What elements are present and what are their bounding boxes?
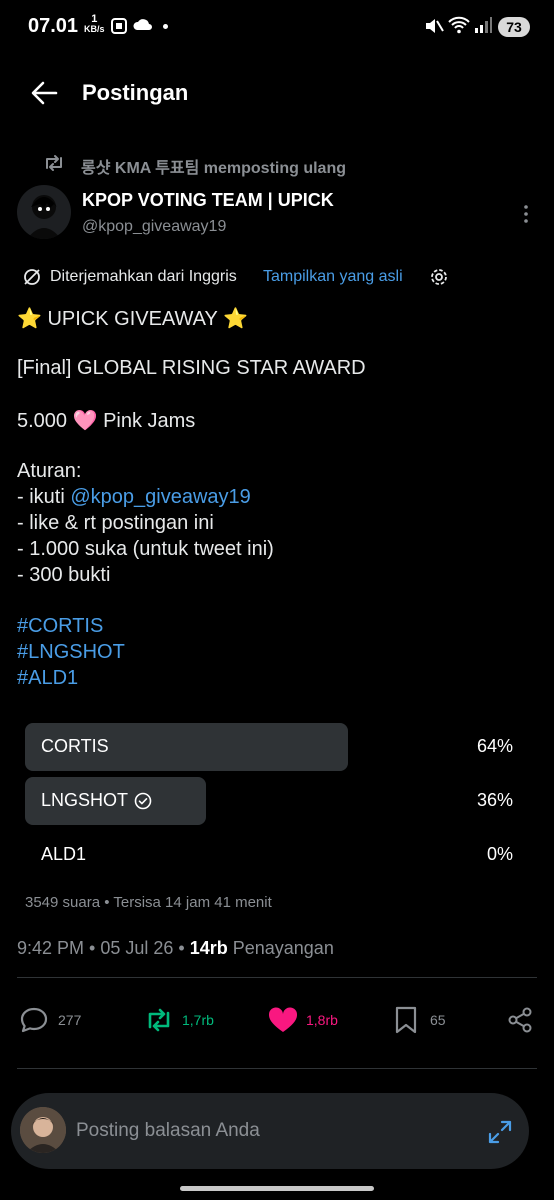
hashtag-link[interactable]: #ALD1 — [17, 667, 78, 690]
like-button[interactable]: 1,8rb — [268, 1007, 338, 1033]
post-line-title: ⭐ UPICK GIVEAWAY ⭐ — [17, 308, 248, 330]
mention-link[interactable]: @kpop_giveaway19 — [70, 486, 250, 508]
notification-dot-icon — [163, 24, 168, 29]
reply-button[interactable]: 277 — [20, 1007, 81, 1033]
author-avatar[interactable] — [17, 185, 71, 239]
network-speed-unit: KB/s — [84, 24, 105, 34]
post-rules-title: Aturan: — [17, 460, 82, 482]
signal-icon — [474, 17, 492, 33]
post-rule-3: - 1.000 suka (untuk tweet ini) — [17, 538, 274, 560]
repost-label[interactable]: 롱샷 KMA 투표팀 memposting ulang — [81, 154, 346, 178]
post-line-prize: 5.000 🩷 Pink Jams — [17, 410, 196, 432]
network-speed: 1 KB/s — [84, 13, 105, 35]
check-circle-icon — [134, 792, 152, 809]
reply-input[interactable]: Posting balasan Anda — [76, 1120, 260, 1142]
repost-count: 1,7rb — [182, 1012, 214, 1028]
mute-icon — [424, 17, 444, 35]
poll-option-selected: LNGSHOT — [41, 790, 152, 811]
comment-icon — [20, 1007, 48, 1033]
poll-option-percent: 64% — [476, 736, 513, 756]
bookmark-icon — [395, 1006, 417, 1034]
user-avatar — [20, 1107, 66, 1153]
screen-record-icon — [110, 17, 128, 35]
like-count: 1,8rb — [306, 1012, 338, 1028]
translate-icon — [22, 267, 42, 287]
divider — [17, 977, 537, 978]
poll-option-percent: 36% — [476, 790, 513, 810]
wifi-icon — [448, 16, 470, 34]
post-meta: 9:42 PM • 05 Jul 26 • 14rb Penayangan — [17, 938, 334, 959]
poll-option-label: ALD1 — [41, 844, 87, 864]
battery-indicator: 73 — [498, 17, 530, 37]
author-handle[interactable]: @kpop_giveaway19 — [82, 218, 226, 236]
poll-option-label: CORTIS — [41, 736, 109, 756]
views-label: Penayangan — [227, 938, 334, 958]
back-button[interactable] — [30, 80, 60, 106]
rule-1-text: - ikuti — [17, 486, 71, 508]
more-options-button[interactable] — [522, 204, 530, 224]
repost-icon — [148, 1008, 170, 1032]
repost-icon — [42, 153, 66, 173]
share-button[interactable] — [506, 1006, 534, 1034]
post-line-award: [Final] GLOBAL RISING STAR AWARD — [17, 357, 366, 379]
weather-icon — [132, 16, 154, 34]
post-timestamp: 9:42 PM • 05 Jul 26 • — [17, 938, 190, 958]
show-original-link[interactable]: Tampilkan yang asli — [263, 268, 403, 286]
page-title: Postingan — [82, 80, 189, 105]
reply-count: 277 — [58, 1012, 82, 1028]
expand-icon — [488, 1120, 512, 1144]
status-time: 07.01 — [28, 15, 79, 37]
bookmark-count: 65 — [430, 1012, 446, 1028]
network-speed-value: 1 — [91, 13, 98, 25]
post-rule-1: - ikuti @kpop_giveaway19 — [17, 486, 251, 509]
poll-option-label: LNGSHOT — [41, 790, 129, 810]
poll-option-percent: 0% — [486, 844, 513, 864]
expand-button[interactable] — [487, 1119, 513, 1145]
translation-label: Diterjemahkan dari Inggris — [50, 268, 237, 285]
gear-icon — [431, 269, 447, 285]
home-indicator — [180, 1186, 374, 1191]
poll-meta: 3549 suara • Tersisa 14 jam 41 menit — [25, 894, 272, 911]
post-rule-2: - like & rt postingan ini — [17, 512, 214, 534]
author-name[interactable]: KPOP VOTING TEAM | UPICK — [82, 190, 334, 211]
share-icon — [508, 1007, 532, 1033]
post-rule-4: - 300 bukti — [17, 564, 111, 586]
heart-filled-icon — [268, 1007, 298, 1032]
hashtag-link[interactable]: #LNGSHOT — [17, 641, 125, 664]
repost-button[interactable]: 1,7rb — [144, 1007, 214, 1033]
arrow-left-icon — [31, 81, 58, 105]
hashtag-link[interactable]: #CORTIS — [17, 615, 103, 638]
bookmark-button[interactable]: 65 — [394, 1006, 446, 1034]
views-count[interactable]: 14rb — [190, 938, 228, 958]
translation-settings-button[interactable] — [429, 267, 449, 287]
divider — [17, 1068, 537, 1069]
more-vertical-icon — [524, 205, 528, 223]
